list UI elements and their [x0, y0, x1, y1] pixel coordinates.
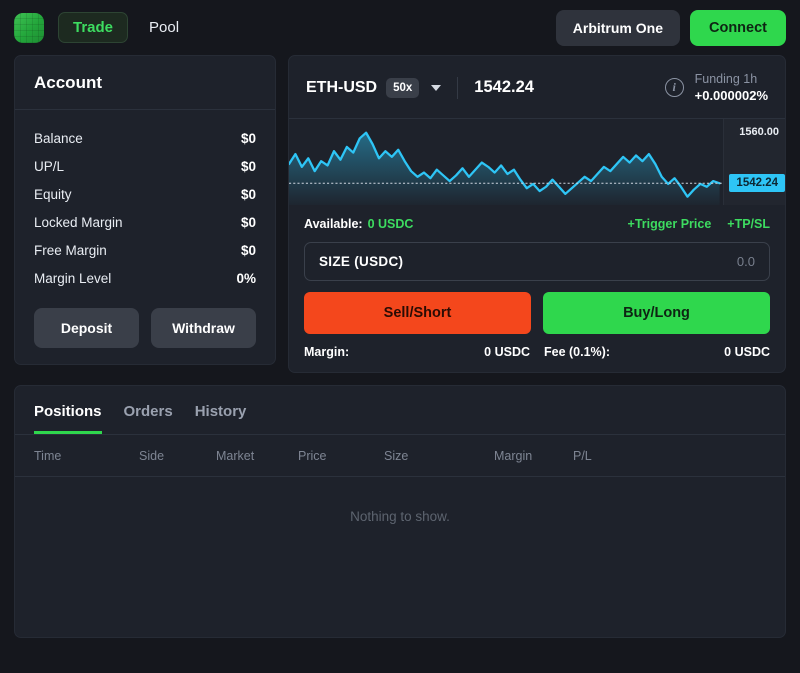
top-bar-actions: Arbitrum One Connect — [555, 9, 786, 46]
header-divider — [457, 76, 459, 99]
empty-state-message: Nothing to show. — [350, 509, 450, 524]
funding-value: +0.000002% — [694, 88, 768, 103]
positions-panel: Positions Orders History Time Side Marke… — [14, 385, 786, 638]
add-tp-sl-link[interactable]: +TP/SL — [727, 217, 770, 231]
order-option-links: +Trigger Price +TP/SL — [628, 217, 770, 231]
price-chart-svg — [289, 131, 785, 205]
tab-orders[interactable]: Orders — [124, 403, 173, 434]
account-row-equity: Equity $0 — [34, 180, 256, 208]
market-price-value: 1542.24 — [474, 78, 534, 96]
account-row-upl: UP/L $0 — [34, 152, 256, 180]
size-input-value: 0.0 — [736, 254, 755, 269]
buy-long-button[interactable]: Buy/Long — [543, 292, 770, 334]
account-label-locked-margin: Locked Margin — [34, 214, 123, 230]
fee-summary: Fee (0.1%): 0 USDC — [544, 345, 770, 359]
account-body: Balance $0 UP/L $0 Equity $0 Locked Marg… — [15, 110, 275, 364]
market-pair-label: ETH-USD — [306, 78, 378, 96]
fee-label: Fee (0.1%): — [544, 345, 610, 359]
app-logo-grid-icon[interactable] — [14, 12, 44, 43]
available-value: 0 USDC — [367, 217, 414, 231]
withdraw-button[interactable]: Withdraw — [151, 308, 256, 348]
column-header-market: Market — [216, 449, 255, 463]
account-label-margin-level: Margin Level — [34, 270, 112, 286]
positions-tabs: Positions Orders History — [15, 386, 785, 434]
fee-value: 0 USDC — [724, 345, 770, 359]
network-selector-button[interactable]: Arbitrum One — [555, 9, 680, 46]
main-content: Account Balance $0 UP/L $0 Equity $0 Loc… — [0, 55, 800, 373]
chevron-down-icon[interactable] — [431, 84, 442, 91]
trade-panel: ETH-USD 50x 1542.24 i Funding 1h +0.0000… — [288, 55, 786, 373]
order-side-buttons: Sell/Short Buy/Long — [304, 292, 770, 334]
account-row-locked-margin: Locked Margin $0 — [34, 208, 256, 236]
leverage-badge[interactable]: 50x — [386, 77, 420, 98]
column-header-side: Side — [139, 449, 165, 463]
account-value-margin-level: 0% — [236, 270, 256, 286]
margin-value: 0 USDC — [484, 345, 530, 359]
sell-short-button[interactable]: Sell/Short — [304, 292, 531, 334]
funding-group: i Funding 1h +0.000002% — [664, 72, 768, 103]
account-value-upl: $0 — [240, 158, 256, 174]
account-row-balance: Balance $0 — [34, 124, 256, 152]
order-summary-row: Margin: 0 USDC Fee (0.1%): 0 USDC — [304, 345, 770, 359]
account-row-free-margin: Free Margin $0 — [34, 236, 256, 264]
account-label-balance: Balance — [34, 130, 83, 146]
column-header-margin: Margin — [494, 449, 533, 463]
account-value-locked-margin: $0 — [240, 214, 256, 230]
table-header-row: Time Side Market Price Size Margin P/L — [15, 435, 785, 476]
market-header: ETH-USD 50x 1542.24 i Funding 1h +0.0000… — [289, 56, 785, 119]
account-header: Account — [15, 56, 275, 110]
tab-positions[interactable]: Positions — [34, 403, 102, 434]
account-label-upl: UP/L — [34, 158, 65, 174]
account-title: Account — [34, 73, 102, 92]
account-row-margin-level: Margin Level 0% — [34, 264, 256, 292]
column-header-size: Size — [384, 449, 409, 463]
nav-item-trade[interactable]: Trade — [58, 12, 129, 43]
available-row: Available: 0 USDC +Trigger Price +TP/SL — [304, 217, 770, 231]
funding-label: Funding 1h — [694, 72, 758, 86]
account-label-free-margin: Free Margin — [34, 242, 107, 258]
available-label: Available: — [304, 217, 363, 231]
add-trigger-price-link[interactable]: +Trigger Price — [628, 217, 712, 231]
main-nav: Trade Pool — [58, 12, 194, 43]
chart-axis-tick-label: 1560.00 — [739, 125, 779, 138]
chart-price-axis: 1560.00 — [723, 119, 785, 205]
account-actions: Deposit Withdraw — [34, 308, 256, 348]
account-value-equity: $0 — [240, 186, 256, 202]
price-chart[interactable]: 1560.00 1542.24 — [289, 119, 785, 205]
info-circle-icon[interactable]: i — [664, 78, 684, 97]
margin-label: Margin: — [304, 345, 350, 359]
account-value-free-margin: $0 — [240, 242, 256, 258]
size-input[interactable]: SIZE (USDC) 0.0 — [304, 242, 770, 281]
order-form: Available: 0 USDC +Trigger Price +TP/SL … — [289, 205, 785, 372]
tab-history[interactable]: History — [195, 403, 247, 434]
size-input-label: SIZE (USDC) — [319, 254, 404, 269]
account-label-equity: Equity — [34, 186, 72, 202]
column-header-price: Price — [298, 449, 327, 463]
funding-block: Funding 1h +0.000002% — [695, 72, 768, 103]
chart-current-price-tag: 1542.24 — [729, 174, 785, 193]
account-panel: Account Balance $0 UP/L $0 Equity $0 Loc… — [14, 55, 276, 365]
margin-summary: Margin: 0 USDC — [304, 345, 530, 359]
nav-item-pool[interactable]: Pool — [134, 12, 194, 43]
account-value-balance: $0 — [240, 130, 256, 146]
column-header-pl: P/L — [573, 449, 592, 463]
connect-wallet-button[interactable]: Connect — [690, 9, 786, 46]
column-header-time: Time — [34, 449, 62, 463]
top-bar: Trade Pool Arbitrum One Connect — [0, 0, 800, 55]
deposit-button[interactable]: Deposit — [34, 308, 139, 348]
